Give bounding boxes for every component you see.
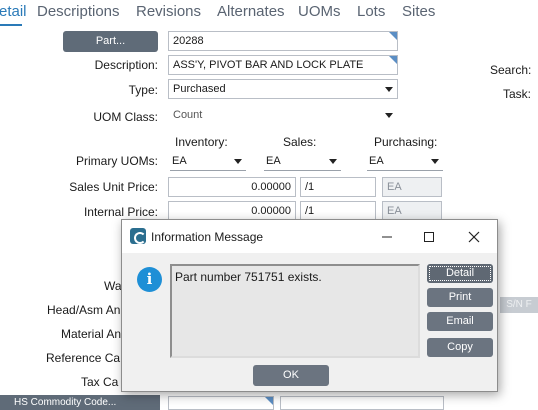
internal-price-uom-field: EA xyxy=(382,201,442,221)
uom-class-label: UOM Class: xyxy=(93,110,158,124)
print-button[interactable]: Print xyxy=(427,288,493,307)
sales-header: Sales: xyxy=(283,135,317,149)
info-icon: i xyxy=(137,267,162,292)
information-dialog: Information Message i Part number 751751… xyxy=(121,219,498,392)
hs-commodity-code-button[interactable]: HS Commodity Code... xyxy=(0,395,160,410)
hs-commodity-code-field[interactable] xyxy=(168,396,274,410)
part-button[interactable]: Part... xyxy=(63,31,158,52)
purchasing-uom-select[interactable]: EA xyxy=(367,151,443,171)
inventory-uom-value: EA xyxy=(172,155,187,167)
sales-price-per-value: /1 xyxy=(305,181,315,193)
tab-sites[interactable]: Sites xyxy=(402,3,435,20)
chevron-down-icon xyxy=(385,113,393,118)
field-corner-icon xyxy=(389,32,397,40)
active-tab-indicator xyxy=(0,24,22,26)
serial-number-button[interactable]: S/N F xyxy=(500,297,538,313)
copy-button[interactable]: Copy xyxy=(427,338,493,357)
ok-button[interactable]: OK xyxy=(253,365,329,386)
warehouse-label: Wa xyxy=(104,279,122,293)
sales-uom-select[interactable]: EA xyxy=(264,151,341,171)
chevron-down-icon xyxy=(431,159,439,164)
head-asm-label: Head/Asm An xyxy=(47,303,121,317)
material-analysis-label: Material An xyxy=(61,327,122,341)
description-label: Description: xyxy=(94,58,158,72)
field-corner-icon xyxy=(265,397,273,405)
uom-class-select[interactable]: Count xyxy=(168,105,398,125)
tab-revisions[interactable]: Revisions xyxy=(136,3,201,20)
message-text: Part number 751751 exists. xyxy=(175,270,322,284)
type-select[interactable]: Purchased xyxy=(168,79,398,99)
description-field[interactable]: ASS'Y, PIVOT BAR AND LOCK PLATE xyxy=(168,55,398,75)
chevron-down-icon xyxy=(385,87,393,92)
inventory-header: Inventory: xyxy=(175,135,228,149)
message-textbox[interactable]: Part number 751751 exists. xyxy=(170,264,420,358)
sales-uom-value: EA xyxy=(266,155,281,167)
close-icon[interactable] xyxy=(461,224,487,250)
hs-commodity-description-field xyxy=(280,396,444,410)
internal-price-per-select[interactable]: /1 xyxy=(300,201,376,221)
uom-class-value: Count xyxy=(173,109,203,121)
internal-price-per-value: /1 xyxy=(305,205,315,217)
dialog-title-bar[interactable]: Information Message xyxy=(122,220,497,253)
task-label: Task: xyxy=(503,87,532,101)
search-label: Search: xyxy=(490,63,532,77)
chevron-down-icon xyxy=(234,159,242,164)
internal-price-field[interactable]: 0.00000 xyxy=(168,201,296,221)
purchasing-uom-value: EA xyxy=(369,155,384,167)
description-value: ASS'Y, PIVOT BAR AND LOCK PLATE xyxy=(173,59,364,71)
app-logo-icon xyxy=(130,228,146,244)
tab-lots[interactable]: Lots xyxy=(357,3,385,20)
inventory-uom-select[interactable]: EA xyxy=(170,151,246,171)
type-label: Type: xyxy=(128,83,158,97)
primary-uoms-label: Primary UOMs: xyxy=(76,154,158,168)
detail-button[interactable]: Detail xyxy=(427,264,493,283)
tax-category-label: Tax Ca xyxy=(81,375,119,389)
tab-strip: etail Descriptions Revisions Alternates … xyxy=(0,0,538,26)
internal-price-label: Internal Price: xyxy=(83,205,158,219)
type-value: Purchased xyxy=(173,83,226,95)
chevron-down-icon xyxy=(329,159,337,164)
part-number-value: 20288 xyxy=(173,35,204,47)
reference-category-label: Reference Ca xyxy=(46,351,121,365)
sales-unit-price-field[interactable]: 0.00000 xyxy=(168,177,296,197)
tab-descriptions[interactable]: Descriptions xyxy=(37,3,120,20)
sales-price-per-select[interactable]: /1 xyxy=(300,177,376,197)
tab-detail[interactable]: etail xyxy=(0,3,27,20)
sales-price-uom-field: EA xyxy=(382,177,442,197)
tab-uoms[interactable]: UOMs xyxy=(298,3,341,20)
purchasing-header: Purchasing: xyxy=(374,135,438,149)
minimize-icon[interactable] xyxy=(374,224,400,250)
part-number-field[interactable]: 20288 xyxy=(168,31,398,51)
field-corner-icon xyxy=(389,56,397,64)
tab-alternates[interactable]: Alternates xyxy=(217,3,285,20)
email-button[interactable]: Email xyxy=(427,312,493,331)
dialog-title: Information Message xyxy=(151,230,264,244)
maximize-icon[interactable] xyxy=(416,224,442,250)
sales-unit-price-label: Sales Unit Price: xyxy=(69,180,158,194)
